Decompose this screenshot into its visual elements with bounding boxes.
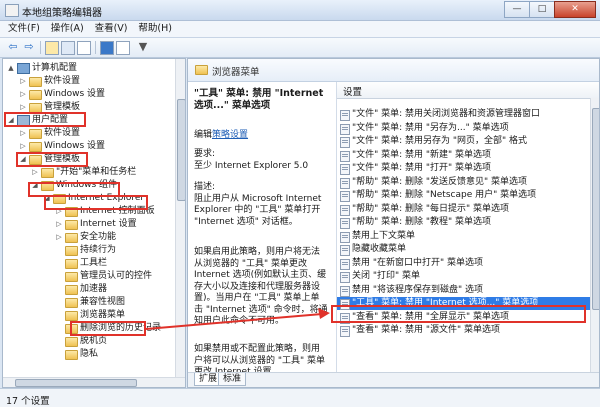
editor-window: 本地组策略编辑器 — □ ✕ 文件(F) 操作(A) 查看(V) 帮助(H) ⇦… [0, 0, 600, 407]
annotation-arrow [145, 308, 330, 330]
arrow-line [145, 313, 323, 330]
arrow-head [318, 308, 330, 319]
